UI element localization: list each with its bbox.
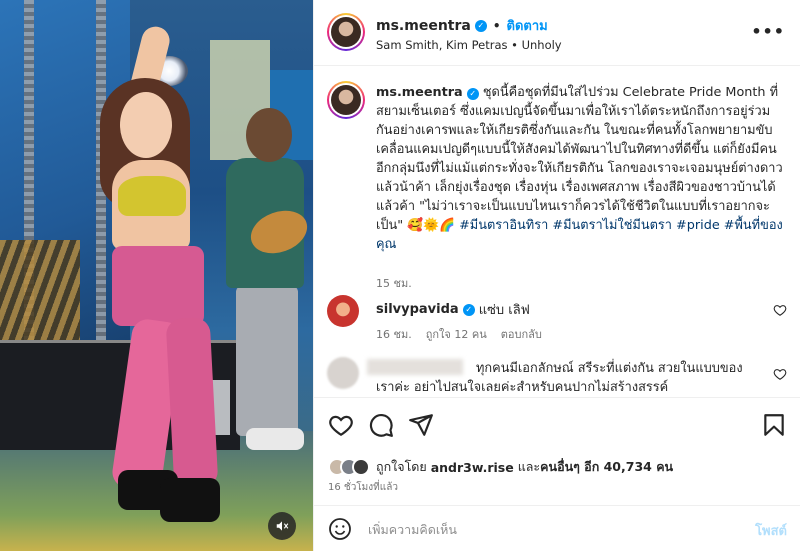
comment-item: silvypavida ✓ แซ่บ เลิฟ 16 ชม. ถูกใจ 12 … [327, 295, 787, 355]
liker-avatars[interactable] [328, 458, 370, 476]
dancer-shorts [112, 246, 204, 326]
comment-likes[interactable]: ถูกใจ 12 คน [426, 325, 487, 343]
action-bar [314, 397, 800, 455]
post-header: ms.meentra ✓ • ติดตาม Sam Smith, Kim Pet… [314, 0, 800, 66]
post-timestamp[interactable]: 16 ชั่วโมงที่แล้ว [328, 480, 398, 495]
dancer-face [120, 92, 172, 158]
more-options-icon[interactable]: ••• [751, 22, 785, 41]
musician-legs [236, 286, 298, 436]
equipment [0, 240, 80, 350]
caption-text: ms.meentra ✓ ชุดนี้คือชุดที่มีนใส่ไปร่วม… [376, 83, 784, 254]
musician-head [246, 108, 292, 162]
comment-time: 16 ชม. [376, 328, 412, 341]
comment-text: แซ่บ เลิฟ [478, 303, 530, 318]
like-heart-icon[interactable] [328, 412, 354, 438]
caption-time: 15 ชม. [376, 277, 412, 290]
audio-link[interactable]: Sam Smith, Kim Petras • Unholy [376, 38, 562, 52]
bookmark-icon[interactable] [761, 412, 787, 438]
dancer-boot [160, 478, 220, 522]
caption-username[interactable]: ms.meentra [376, 85, 463, 100]
post-media[interactable] [0, 0, 313, 551]
comment-item: ทุกคนมีเอกลักษณ์ สรีระที่แต่งกัน สวยในแบ… [327, 357, 787, 397]
caption-body: ชุดนี้คือชุดที่มีนใส่ไปร่วม Celebrate Pr… [376, 85, 783, 233]
comment-like-heart-icon[interactable] [773, 303, 787, 317]
commenter-avatar[interactable] [327, 295, 359, 327]
commenter-username[interactable]: silvypavida [376, 302, 459, 317]
verified-badge-icon: ✓ [462, 303, 475, 316]
author-avatar[interactable] [327, 81, 365, 119]
dancer-top [118, 176, 186, 216]
musician-shoes [246, 428, 304, 450]
reply-button[interactable]: ตอบกลับ [501, 325, 542, 343]
author-avatar[interactable] [327, 13, 365, 51]
comment-input[interactable] [368, 518, 728, 540]
follow-button[interactable]: ติดตาม [507, 15, 548, 36]
separator-dot: • [492, 18, 501, 33]
comments-section[interactable]: ms.meentra ✓ ชุดนี้คือชุดที่มีนใส่ไปร่วม… [314, 67, 800, 397]
author-username[interactable]: ms.meentra [376, 18, 471, 34]
comment-icon[interactable] [368, 412, 394, 438]
liker-username[interactable]: andr3w.rise [431, 460, 514, 475]
emoji-icon[interactable] [328, 517, 352, 541]
likes-summary: ถูกใจโดย andr3w.rise และ คนอื่นๆ อีก 40,… [328, 456, 788, 478]
commenter-avatar[interactable] [327, 357, 359, 389]
comment-like-heart-icon[interactable] [773, 367, 787, 381]
likes-others[interactable]: คนอื่นๆ อีก 40,734 คน [540, 457, 673, 477]
post-panel: ms.meentra ✓ • ติดตาม Sam Smith, Kim Pet… [313, 0, 800, 551]
likes-prefix: ถูกใจโดย [376, 459, 427, 474]
add-comment-bar: โพสต์ [314, 505, 800, 551]
speaker-muted-icon [276, 521, 289, 531]
mute-button[interactable] [268, 512, 296, 540]
post-comment-button[interactable]: โพสต์ [755, 520, 787, 541]
likes-middle: และ [517, 459, 541, 474]
comment-text: ทุกคนมีเอกลักษณ์ สรีระที่แต่งกัน สวยในแบ… [376, 361, 743, 395]
dancer-leg [165, 316, 219, 490]
share-icon[interactable] [408, 412, 434, 438]
verified-badge-icon: ✓ [474, 19, 487, 32]
verified-badge-icon: ✓ [466, 87, 479, 100]
